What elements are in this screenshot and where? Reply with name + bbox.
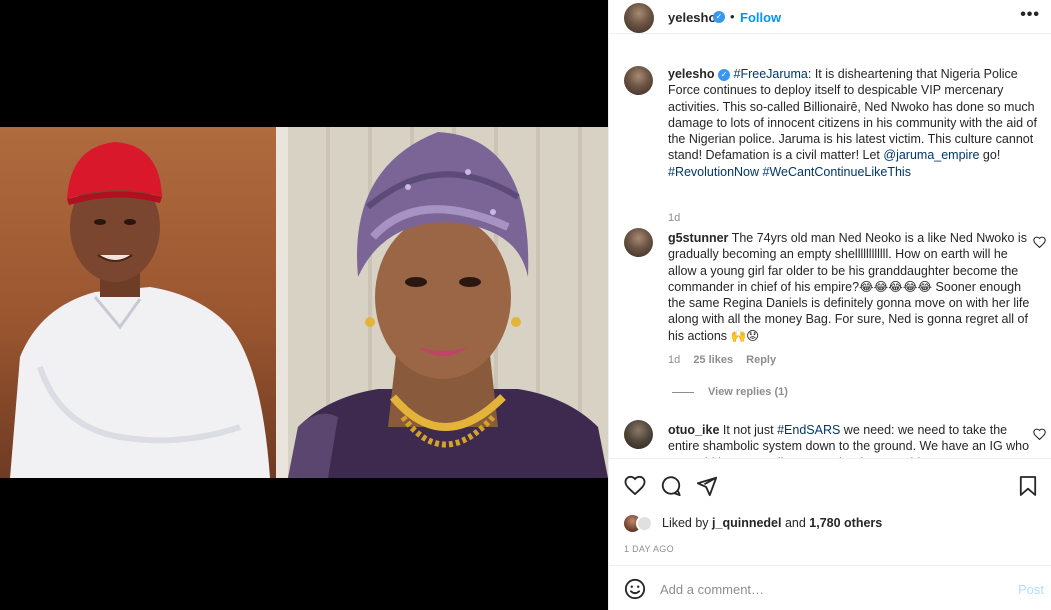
post-media[interactable] <box>0 0 608 610</box>
post-comment-button[interactable]: Post <box>1018 582 1044 597</box>
photo-man <box>0 127 286 478</box>
caption-meta: 1d <box>668 212 690 224</box>
likes-prefix: Liked by <box>662 516 713 530</box>
caption-mention[interactable]: @jaruma_empire <box>883 148 979 162</box>
bookmark-icon[interactable] <box>1019 475 1037 500</box>
likes-middle: and <box>781 516 810 530</box>
comment-username[interactable]: g5stunner <box>668 231 728 245</box>
caption-hashtag[interactable]: #FreeJaruma <box>734 67 808 81</box>
heart-icon[interactable] <box>624 475 646 498</box>
likes-count[interactable]: 1,780 others <box>809 516 882 530</box>
comments-list[interactable]: yelesho ✓ #FreeJaruma: It is dishearteni… <box>609 46 1051 458</box>
comment-text: g5stunner The 74yrs old man Ned Neoko is… <box>668 230 1033 344</box>
author-avatar[interactable] <box>624 3 654 33</box>
comment-hashtag[interactable]: #EndSARS <box>777 423 840 437</box>
view-replies-label: View replies (1) <box>708 386 788 398</box>
comment-reply-button[interactable]: Reply <box>746 354 776 366</box>
likes-text: Liked by j_quinnedel and 1,780 others <box>662 516 882 530</box>
author-username[interactable]: yelesho <box>668 10 716 25</box>
verified-badge-icon: ✓ <box>713 11 725 23</box>
caption-text: yelesho ✓ #FreeJaruma: It is dishearteni… <box>668 66 1046 180</box>
caption-hashtags[interactable]: #RevolutionNow #WeCantContinueLikeThis <box>668 165 911 179</box>
more-options-icon[interactable]: ••• <box>1020 6 1040 24</box>
comment-like-icon[interactable] <box>1033 428 1046 443</box>
comment-text: otuo_ike It not just #EndSARS we need: w… <box>668 422 1033 458</box>
emoji-icon[interactable] <box>624 578 646 603</box>
add-comment-bar: Post <box>609 565 1051 610</box>
add-comment-input[interactable] <box>660 577 1000 601</box>
photo-woman <box>288 127 608 478</box>
separator-dot: • <box>730 9 735 24</box>
post-time-ago[interactable]: 1 DAY AGO <box>624 544 674 554</box>
replies-line <box>672 391 694 393</box>
follow-button[interactable]: Follow <box>740 10 781 25</box>
comment-likes[interactable]: 25 likes <box>693 354 733 366</box>
instagram-post-view: yelesho ✓ • Follow ••• yelesho ✓ #FreeJa… <box>0 0 1051 610</box>
comment-avatar[interactable] <box>624 228 653 257</box>
caption-avatar[interactable] <box>624 66 653 95</box>
caption-username[interactable]: yelesho <box>668 67 715 81</box>
post-actions: Liked by j_quinnedel and 1,780 others 1 … <box>609 458 1051 610</box>
comment-like-icon[interactable] <box>1033 236 1046 251</box>
comment-username[interactable]: otuo_ike <box>668 423 719 437</box>
post-side-panel: yelesho ✓ • Follow ••• yelesho ✓ #FreeJa… <box>608 0 1051 610</box>
share-icon[interactable] <box>696 475 718 500</box>
verified-badge-icon: ✓ <box>718 68 731 81</box>
liker-avatar-secondary <box>636 515 653 532</box>
comment-avatar[interactable] <box>624 420 653 449</box>
comment-body: The 74yrs old man Ned Neoko is a like Ne… <box>668 231 1030 343</box>
comment-body: It not just <box>722 423 778 437</box>
caption-body-end: go! <box>979 148 1001 163</box>
comment-time[interactable]: 1d <box>668 354 680 366</box>
comment-icon[interactable] <box>660 475 682 500</box>
liker-username[interactable]: j_quinnedel <box>712 516 781 530</box>
view-replies-button[interactable]: View replies (1) <box>672 386 788 398</box>
post-header: yelesho ✓ • Follow ••• <box>609 0 1051 34</box>
caption-time[interactable]: 1d <box>668 212 680 224</box>
post-photo <box>0 127 608 478</box>
comment-meta: 1d 25 likes Reply <box>668 354 786 366</box>
photo-divider <box>276 127 288 478</box>
